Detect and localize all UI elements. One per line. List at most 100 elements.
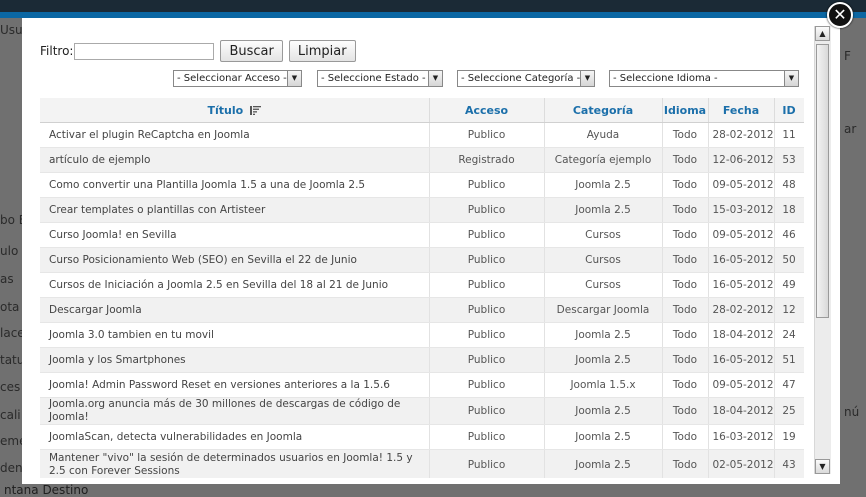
column-header-access[interactable]: Acceso <box>429 98 545 123</box>
cell-title[interactable]: JoomlaScan, detecta vulnerabilidades en … <box>40 424 430 450</box>
vertical-scrollbar[interactable]: ▲ ▼ <box>814 26 831 474</box>
cell-language: Todo <box>662 397 709 425</box>
articles-table-container: Título Acceso Categoría Idioma Fecha ID … <box>40 98 804 478</box>
articles-table: Título Acceso Categoría Idioma Fecha ID … <box>40 98 804 478</box>
language-select[interactable]: - Seleccione Idioma - ▼ <box>609 70 799 87</box>
cell-title[interactable]: Curso Joomla! en Sevilla <box>40 222 430 248</box>
background-text: F <box>844 49 851 63</box>
cell-language: Todo <box>662 297 709 323</box>
category-select[interactable]: - Seleccione Categoría - ▼ <box>457 70 595 87</box>
column-header-language[interactable]: Idioma <box>662 98 709 123</box>
search-button[interactable]: Buscar <box>220 40 283 62</box>
column-header-id[interactable]: ID <box>774 98 804 123</box>
cell-access: Publico <box>429 449 545 478</box>
background-text: tatu <box>0 353 25 367</box>
cell-language: Todo <box>662 147 709 173</box>
table-row[interactable]: Joomla 3.0 tambien en tu movil Publico Joo… <box>40 322 804 348</box>
close-icon[interactable]: ✕ <box>827 2 853 28</box>
table-row[interactable]: Como convertir una Plantilla Joomla 1.5 … <box>40 172 804 198</box>
column-header-title[interactable]: Título <box>40 98 430 123</box>
cell-category: Cursos <box>544 272 663 298</box>
cell-id: 19 <box>774 424 804 450</box>
table-row[interactable]: JoomlaScan, detecta vulnerabilidades en … <box>40 424 804 450</box>
table-header-row: Título Acceso Categoría Idioma Fecha ID <box>40 98 804 123</box>
background-right-panel: F ar nú <box>840 18 866 497</box>
cell-language: Todo <box>662 372 709 398</box>
cell-title[interactable]: Crear templates o plantillas con Artiste… <box>40 197 430 223</box>
cell-category: Joomla 2.5 <box>544 424 663 450</box>
cell-language: Todo <box>662 222 709 248</box>
chevron-down-icon: ▼ <box>580 71 594 86</box>
cell-id: 50 <box>774 247 804 273</box>
cell-category: Joomla 2.5 <box>544 322 663 348</box>
clear-button[interactable]: Limpiar <box>288 40 356 62</box>
table-row[interactable]: Joomla y los Smartphones Publico Joomla 2.… <box>40 347 804 373</box>
access-select[interactable]: - Seleccionar Acceso - ▼ <box>173 70 302 87</box>
cell-category: Joomla 2.5 <box>544 397 663 425</box>
cell-date: 09-05-2012 <box>708 172 775 198</box>
scrollbar-thumb[interactable] <box>816 44 829 318</box>
cell-language: Todo <box>662 424 709 450</box>
sort-descending-icon <box>250 106 262 115</box>
table-row[interactable]: artículo de ejemplo Registrado Categoría e… <box>40 147 804 173</box>
chevron-down-icon: ▼ <box>784 71 798 86</box>
background-text: cali <box>0 408 21 422</box>
cell-id: 49 <box>774 272 804 298</box>
cell-id: 12 <box>774 297 804 323</box>
chevron-down-icon: ▼ <box>287 71 301 86</box>
cell-title[interactable]: Joomla y los Smartphones <box>40 347 430 373</box>
cell-title[interactable]: Joomla.org anuncia más de 30 millones de… <box>40 397 430 425</box>
table-row[interactable]: Descargar Joomla Publico Descargar Joomla T… <box>40 297 804 323</box>
cell-title[interactable]: Descargar Joomla <box>40 297 430 323</box>
cell-date: 28-02-2012 <box>708 122 775 148</box>
cell-date: 16-05-2012 <box>708 347 775 373</box>
arrow-up-icon[interactable]: ▲ <box>815 26 830 41</box>
cell-category: Categoría ejemplo <box>544 147 663 173</box>
cell-category: Joomla 2.5 <box>544 172 663 198</box>
cell-access: Publico <box>429 197 545 223</box>
filter-input[interactable] <box>74 42 215 60</box>
cell-language: Todo <box>662 449 709 478</box>
arrow-down-icon[interactable]: ▼ <box>815 459 830 474</box>
table-row[interactable]: Curso Posicionamiento Web (SEO) en Sevil… <box>40 247 804 273</box>
cell-id: 51 <box>774 347 804 373</box>
cell-title[interactable]: artículo de ejemplo <box>40 147 430 173</box>
table-row[interactable]: Mantener "vivo" la sesión de determinado… <box>40 449 804 478</box>
cell-title[interactable]: Como convertir una Plantilla Joomla 1.5 … <box>40 172 430 198</box>
table-row[interactable]: Cursos de Iniciación a Joomla 2.5 en Sev… <box>40 272 804 298</box>
cell-date: 18-04-2012 <box>708 322 775 348</box>
column-header-category[interactable]: Categoría <box>544 98 663 123</box>
cell-date: 16-05-2012 <box>708 247 775 273</box>
cell-category: Descargar Joomla <box>544 297 663 323</box>
cell-date: 16-03-2012 <box>708 424 775 450</box>
cell-title[interactable]: Activar el plugin ReCaptcha en Joomla <box>40 122 430 148</box>
cell-category: Joomla 2.5 <box>544 197 663 223</box>
table-row[interactable]: Joomla! Admin Password Reset en versione… <box>40 372 804 398</box>
background-text: ota <box>0 300 20 314</box>
cell-access: Publico <box>429 122 545 148</box>
cell-date: 12-06-2012 <box>708 147 775 173</box>
cell-id: 46 <box>774 222 804 248</box>
background-text: ar <box>844 122 857 136</box>
cell-id: 24 <box>774 322 804 348</box>
cell-category: Ayuda <box>544 122 663 148</box>
cell-title[interactable]: Mantener "vivo" la sesión de determinado… <box>40 449 430 478</box>
column-header-date[interactable]: Fecha <box>708 98 775 123</box>
table-row[interactable]: Activar el plugin ReCaptcha en Joomla Pub… <box>40 122 804 148</box>
cell-title[interactable]: Joomla! Admin Password Reset en versione… <box>40 372 430 398</box>
cell-date: 16-05-2012 <box>708 272 775 298</box>
cell-title[interactable]: Curso Posicionamiento Web (SEO) en Sevil… <box>40 247 430 273</box>
cell-access: Publico <box>429 322 545 348</box>
state-select[interactable]: - Seleccione Estado - ▼ <box>317 70 443 87</box>
background-text: ntana Destino <box>4 483 89 497</box>
cell-title[interactable]: Cursos de Iniciación a Joomla 2.5 en Sev… <box>40 272 430 298</box>
table-row[interactable]: Curso Joomla! en Sevilla Publico Cursos Tod… <box>40 222 804 248</box>
cell-category: Joomla 1.5.x <box>544 372 663 398</box>
table-row[interactable]: Joomla.org anuncia más de 30 millones de… <box>40 397 804 425</box>
state-select-value: - Seleccione Estado - <box>321 73 426 84</box>
cell-id: 11 <box>774 122 804 148</box>
cell-category: Joomla 2.5 <box>544 449 663 478</box>
cell-id: 25 <box>774 397 804 425</box>
cell-title[interactable]: Joomla 3.0 tambien en tu movil <box>40 322 430 348</box>
table-row[interactable]: Crear templates o plantillas con Artiste… <box>40 197 804 223</box>
